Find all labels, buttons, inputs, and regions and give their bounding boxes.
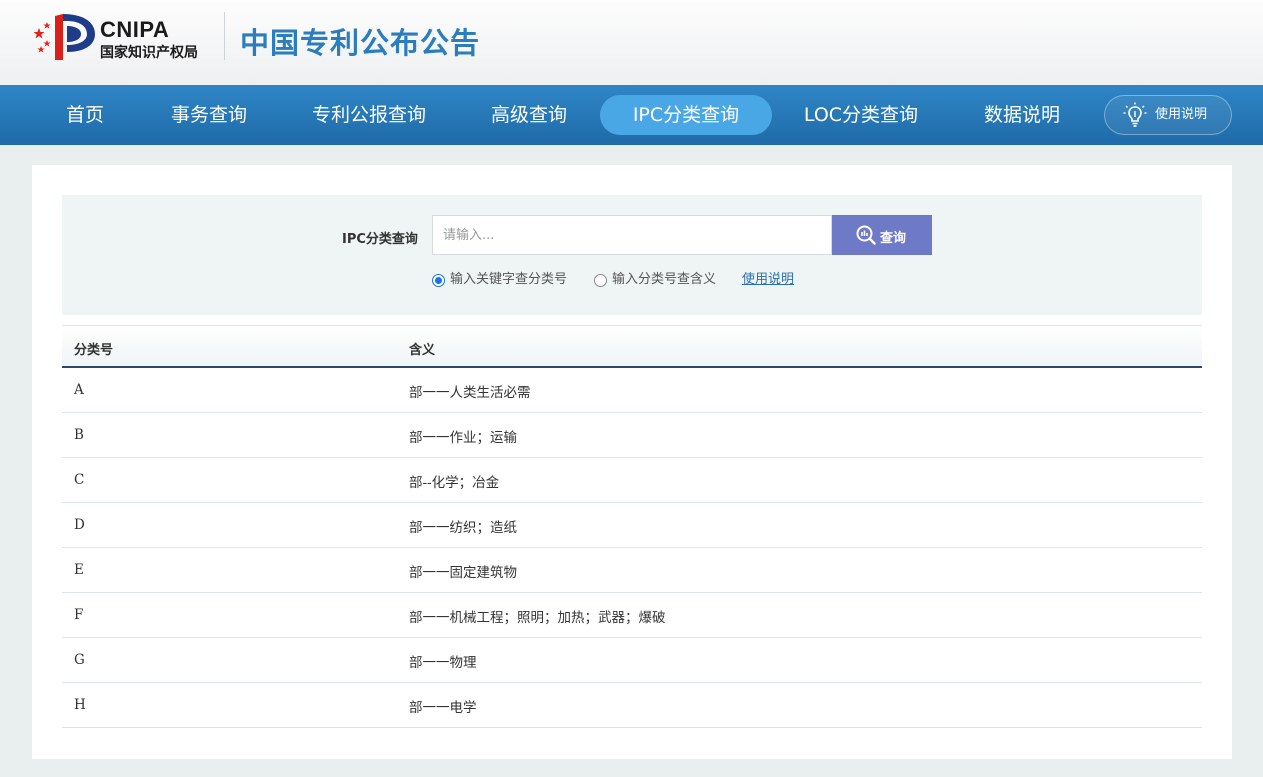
table-row[interactable]: C 部--化学；冶金	[62, 458, 1202, 503]
search-icon	[856, 225, 876, 245]
class-meaning: 部--化学；冶金	[409, 475, 500, 491]
class-code: B	[74, 427, 84, 443]
table-row[interactable]: E 部一一固定建筑物	[62, 548, 1202, 593]
nav-advanced-query[interactable]: 高级查询	[480, 95, 578, 135]
ipc-search-input[interactable]	[432, 215, 832, 255]
nav-data-notes[interactable]: 数据说明	[972, 95, 1072, 135]
table-row[interactable]: G 部一一物理	[62, 638, 1202, 683]
class-meaning: 部一一固定建筑物	[409, 565, 517, 581]
class-meaning: 部一一作业；运输	[409, 430, 517, 446]
search-button-label: 查询	[880, 231, 907, 246]
nav-home[interactable]: 首页	[48, 95, 122, 135]
class-meaning: 部一一人类生活必需	[409, 385, 531, 401]
radio-button-unchecked[interactable]	[594, 274, 607, 287]
search-button[interactable]: 查询	[832, 215, 932, 255]
table-header: 分类号 含义	[62, 325, 1202, 368]
class-meaning: 部一一机械工程；照明；加热；武器；爆破	[409, 610, 666, 626]
class-code: E	[74, 562, 84, 578]
table-row[interactable]: B 部一一作业；运输	[62, 413, 1202, 458]
table-row[interactable]: H 部一一电学	[62, 683, 1202, 728]
class-code: H	[74, 697, 86, 713]
class-code: F	[74, 607, 84, 623]
main-nav: 首页 事务查询 专利公报查询 高级查询 IPC分类查询 LOC分类查询 数据说明…	[0, 85, 1263, 145]
header-divider	[224, 12, 225, 60]
cnipa-logo[interactable]: CNIPA 国家知识产权局	[33, 12, 223, 62]
class-code: D	[74, 517, 85, 533]
nav-ipc-query[interactable]: IPC分类查询	[600, 95, 772, 135]
logo-chinese-text: 国家知识产权局	[100, 45, 198, 61]
ipc-results-table: 分类号 含义 A 部一一人类生活必需 B 部一一作业；运输 C 部--化学；冶金…	[62, 325, 1202, 728]
class-code: C	[74, 472, 85, 488]
nav-loc-query[interactable]: LOC分类查询	[790, 95, 932, 135]
site-header: CNIPA 国家知识产权局 中国专利公布公告	[0, 0, 1263, 85]
logo-english-text: CNIPA	[100, 17, 170, 42]
table-row[interactable]: D 部一一纺织；造纸	[62, 503, 1202, 548]
usage-guide-button[interactable]: 使用说明	[1104, 95, 1232, 135]
lightbulb-icon	[1123, 102, 1147, 127]
table-row[interactable]: F 部一一机械工程；照明；加热；武器；爆破	[62, 593, 1202, 638]
search-label: IPC分类查询	[342, 232, 418, 247]
class-code: G	[74, 652, 85, 668]
nav-gazette-query[interactable]: 专利公报查询	[300, 95, 438, 135]
class-code: A	[74, 382, 84, 398]
class-meaning: 部一一纺织；造纸	[409, 520, 517, 536]
class-meaning: 部一一电学	[409, 700, 477, 716]
radio-button-checked[interactable]	[432, 274, 445, 287]
site-title: 中国专利公布公告	[240, 26, 481, 60]
usage-guide-label: 使用说明	[1155, 107, 1208, 122]
ipc-search-form: IPC分类查询 查询 输入关键字查分类号 输入分类号查含义 使用说明	[62, 195, 1202, 315]
option-label: 输入关键字查分类号	[450, 272, 568, 287]
class-meaning: 部一一物理	[409, 655, 477, 671]
main-panel: IPC分类查询 查询 输入关键字查分类号 输入分类号查含义 使用说明	[32, 165, 1232, 759]
nav-transaction-query[interactable]: 事务查询	[160, 95, 258, 135]
column-header-code: 分类号	[74, 343, 114, 358]
usage-guide-link[interactable]: 使用说明	[742, 270, 794, 290]
cnipa-emblem-icon	[33, 14, 95, 60]
column-header-meaning: 含义	[409, 343, 436, 358]
table-row[interactable]: A 部一一人类生活必需	[62, 368, 1202, 413]
option-label: 输入分类号查含义	[612, 272, 717, 287]
